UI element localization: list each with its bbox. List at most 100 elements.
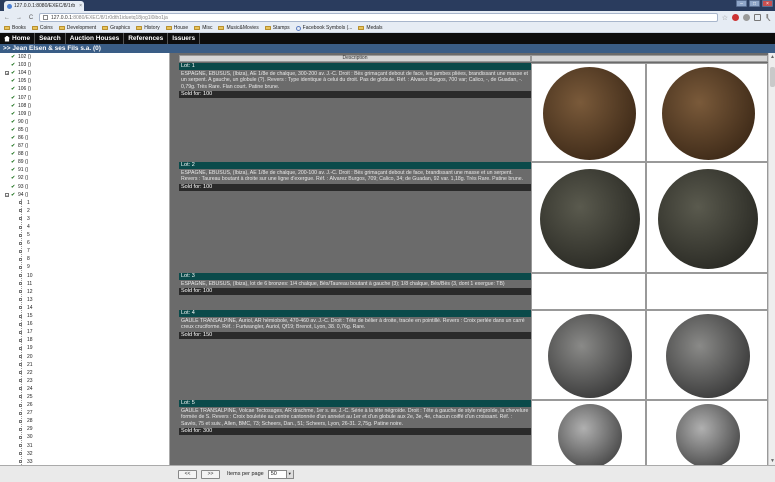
nav-auction-houses[interactable]: Auction Houses: [66, 33, 125, 44]
address-bar[interactable]: 127.0.0.1:8080/EXEC/8/1r0dth1iduetq18jog…: [39, 13, 718, 22]
tree-item[interactable]: ✔ 93 (): [0, 183, 169, 191]
prev-page-button[interactable]: <<: [178, 469, 197, 479]
tree-leaf[interactable]: 21: [0, 361, 169, 369]
tree-item[interactable]: ✔ 92 (): [0, 174, 169, 182]
nav-issuers[interactable]: Issuers: [168, 33, 201, 44]
nav-home[interactable]: Home: [0, 33, 36, 44]
bookmark-facebook-symbols[interactable]: Facebook Symbols (...: [295, 25, 352, 31]
tree-leaf[interactable]: 11: [0, 280, 169, 288]
scrollbar-thumb[interactable]: [770, 67, 775, 87]
tree-leaf[interactable]: 30: [0, 433, 169, 441]
bookmark-star-icon[interactable]: ☆: [722, 14, 728, 22]
tree-item[interactable]: + ✔ 104 (): [0, 69, 169, 77]
coin-obverse-cell[interactable]: [531, 310, 646, 400]
lot-title[interactable]: Lot: 5: [179, 400, 531, 407]
tree-item[interactable]: ✔ 106 (): [0, 85, 169, 93]
coin-reverse-cell[interactable]: [646, 310, 768, 400]
tree-item[interactable]: ✔ 90 (): [0, 118, 169, 126]
tree-leaf[interactable]: 15: [0, 312, 169, 320]
tree-item[interactable]: ✔ 85 (): [0, 126, 169, 134]
tree-leaf[interactable]: 31: [0, 442, 169, 450]
bookmark-books[interactable]: Books: [4, 25, 26, 31]
coin-obverse-cell[interactable]: [531, 162, 646, 273]
lot-row[interactable]: Lot: 1 ESPAGNE, EBUSUS, (Ibiza), AE 1/8e …: [179, 63, 531, 162]
lot-title[interactable]: Lot: 4: [179, 310, 531, 317]
tree-leaf[interactable]: 25: [0, 393, 169, 401]
lot-row[interactable]: Lot: 2 ESPAGNE, EBUSUS, (Ibiza), AE 1/8e …: [179, 162, 531, 273]
bookmark-stamps[interactable]: Stamps: [264, 25, 290, 31]
tree-item[interactable]: ✔ 87 (): [0, 142, 169, 150]
tree-item[interactable]: ✔ 89 (): [0, 158, 169, 166]
tree-leaf[interactable]: 7: [0, 247, 169, 255]
tree-item[interactable]: ✔ 102 (): [0, 53, 169, 61]
wrench-icon[interactable]: [766, 14, 771, 21]
lot-row[interactable]: Lot: 3 ESPAGNE, EBUSUS, (Ibiza), lot de 6…: [179, 273, 531, 310]
tree-leaf[interactable]: 19: [0, 344, 169, 352]
tree-item[interactable]: ✔ 108 (): [0, 102, 169, 110]
tree-leaf[interactable]: 27: [0, 409, 169, 417]
bookmark-misc[interactable]: Misc: [194, 25, 212, 31]
tree-leaf[interactable]: 12: [0, 288, 169, 296]
lot-title[interactable]: Lot: 1: [179, 63, 531, 70]
tree-leaf[interactable]: 24: [0, 385, 169, 393]
expand-icon[interactable]: +: [5, 71, 9, 76]
tree-leaf[interactable]: 22: [0, 369, 169, 377]
scroll-down-arrow-icon[interactable]: ▼: [770, 458, 775, 464]
tree-leaf[interactable]: 29: [0, 425, 169, 433]
coin-obverse-cell[interactable]: [531, 63, 646, 162]
tree-leaf[interactable]: 10: [0, 272, 169, 280]
coin-reverse-cell[interactable]: [646, 63, 768, 162]
tree-item[interactable]: ✔ 109 (): [0, 110, 169, 118]
bookmark-house[interactable]: House: [165, 25, 188, 31]
tree-leaf[interactable]: 8: [0, 255, 169, 263]
tree-leaf[interactable]: 2: [0, 207, 169, 215]
bookmark-history[interactable]: History: [136, 25, 160, 31]
extension-gray-icon[interactable]: [743, 14, 750, 21]
tree-leaf[interactable]: 4: [0, 223, 169, 231]
tree-leaf[interactable]: 1: [0, 199, 169, 207]
coin-reverse-cell[interactable]: [646, 273, 768, 310]
collapse-icon[interactable]: −: [5, 192, 9, 197]
tree-leaf[interactable]: 18: [0, 336, 169, 344]
tab-close-icon[interactable]: ×: [79, 3, 84, 9]
tree-item[interactable]: − ✔ 94 (): [0, 191, 169, 199]
bookmark-development[interactable]: Development: [58, 25, 96, 31]
tree-leaf[interactable]: 28: [0, 417, 169, 425]
tree-item[interactable]: ✔ 88 (): [0, 150, 169, 158]
bookmark-medals[interactable]: Medals: [358, 25, 383, 31]
tree-leaf[interactable]: 13: [0, 296, 169, 304]
description-column-header[interactable]: Description: [179, 55, 531, 62]
reload-icon[interactable]: C: [27, 14, 35, 22]
browser-tab[interactable]: 127.0.0.1:8080/EXEC/8/1rb ×: [4, 1, 84, 11]
tree-leaf[interactable]: 14: [0, 304, 169, 312]
tree-leaf[interactable]: 3: [0, 215, 169, 223]
lot-row[interactable]: Lot: 5 GAULE TRANSALPINE, Volcae Tectosag…: [179, 400, 531, 465]
tree-item[interactable]: ✔ 86 (): [0, 134, 169, 142]
coin-obverse-cell[interactable]: [531, 273, 646, 310]
nav-search[interactable]: Search: [35, 33, 66, 44]
tree-leaf[interactable]: 33: [0, 458, 169, 465]
tree-leaf[interactable]: 9: [0, 263, 169, 271]
coin-reverse-cell[interactable]: [646, 400, 768, 465]
tree-leaf[interactable]: 5: [0, 231, 169, 239]
window-close-button[interactable]: ×: [762, 0, 773, 7]
tree-leaf[interactable]: 26: [0, 401, 169, 409]
page-menu-icon[interactable]: [754, 14, 761, 21]
lot-row[interactable]: Lot: 4 GAULE TRANSALPINE, Auriol, AR hémi…: [179, 310, 531, 400]
scroll-up-arrow-icon[interactable]: ▲: [770, 54, 775, 60]
nav-references[interactable]: References: [124, 33, 169, 44]
tree-leaf[interactable]: 6: [0, 239, 169, 247]
forward-arrow-icon[interactable]: →: [15, 14, 23, 22]
maximize-button[interactable]: □: [749, 0, 760, 7]
extension-shield-icon[interactable]: [732, 14, 739, 21]
tree-item[interactable]: ✔ 107 (): [0, 93, 169, 101]
minimize-button[interactable]: –: [736, 0, 747, 7]
next-page-button[interactable]: >>: [201, 469, 220, 479]
lot-title[interactable]: Lot: 2: [179, 162, 531, 169]
bookmark-graphics[interactable]: Graphics: [102, 25, 130, 31]
coin-obverse-cell[interactable]: [531, 400, 646, 465]
tree-leaf[interactable]: 20: [0, 352, 169, 360]
tree-leaf[interactable]: 16: [0, 320, 169, 328]
tree-item[interactable]: ✔ 105 (): [0, 77, 169, 85]
bookmark-coins[interactable]: Coins: [31, 25, 53, 31]
